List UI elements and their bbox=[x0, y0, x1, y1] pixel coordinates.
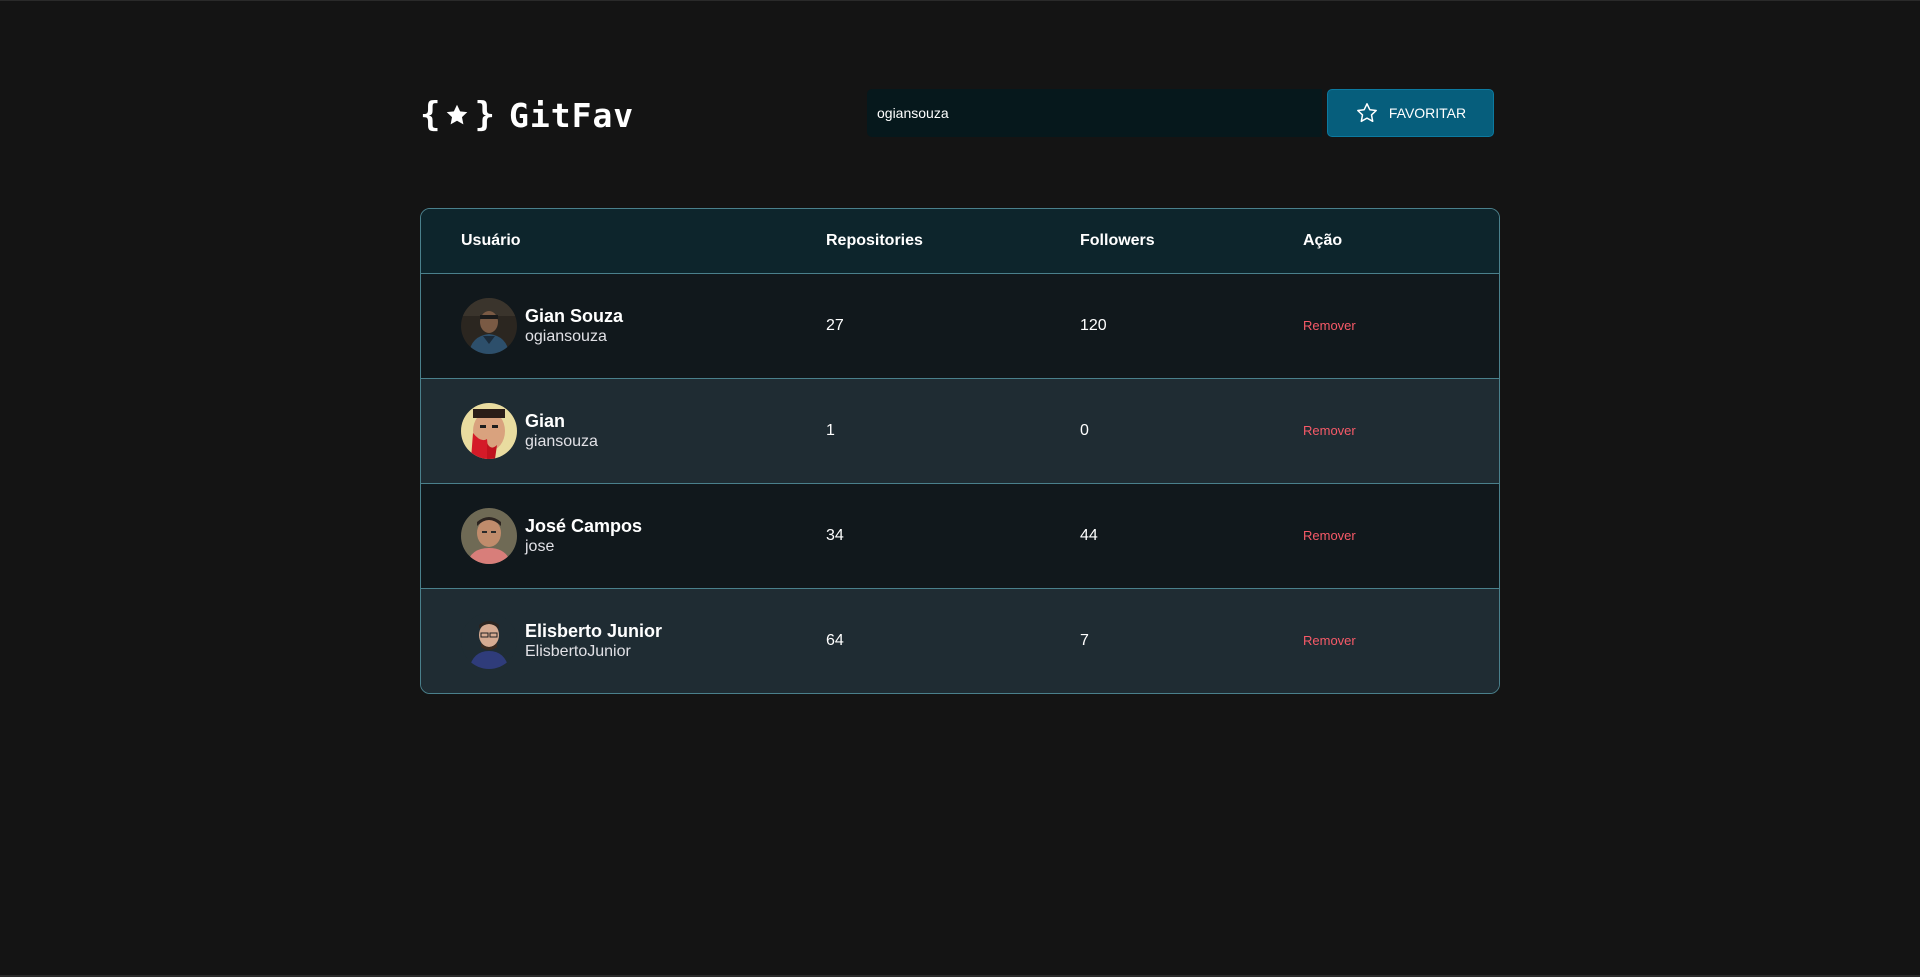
header-followers: Followers bbox=[1080, 232, 1155, 249]
user-login[interactable]: ogiansouza bbox=[525, 327, 623, 347]
user-cell: Gian Souza ogiansouza bbox=[421, 298, 826, 354]
star-icon bbox=[447, 104, 468, 125]
followers-count: 7 bbox=[1080, 632, 1089, 649]
table-row: Gian giansouza 1 0 Remover bbox=[421, 378, 1499, 483]
header-action: Ação bbox=[1303, 232, 1343, 249]
user-cell: José Campos jose bbox=[421, 508, 826, 564]
user-name[interactable]: Elisberto Junior bbox=[525, 621, 662, 642]
logo-mark: { } bbox=[420, 98, 495, 132]
page: { } GitFav FAVORITAR Usuário Repositorie… bbox=[0, 0, 1920, 977]
header-repositories: Repositories bbox=[826, 232, 923, 249]
followers-count: 120 bbox=[1080, 317, 1107, 334]
user-info: Elisberto Junior ElisbertoJunior bbox=[525, 621, 662, 662]
avatar-image bbox=[461, 613, 517, 669]
table-row: José Campos jose 34 44 Remover bbox=[421, 483, 1499, 588]
avatar-image bbox=[461, 508, 517, 564]
avatar[interactable] bbox=[461, 403, 517, 459]
search-input[interactable] bbox=[867, 89, 1322, 137]
star-outline-icon bbox=[1356, 103, 1377, 123]
table-row: Elisberto Junior ElisbertoJunior 64 7 Re… bbox=[421, 588, 1499, 693]
avatar[interactable] bbox=[461, 298, 517, 354]
top-divider bbox=[0, 0, 1920, 1]
user-info: Gian giansouza bbox=[525, 411, 598, 452]
user-name[interactable]: José Campos bbox=[525, 516, 642, 537]
search-bar: FAVORITAR bbox=[867, 89, 1494, 137]
user-name[interactable]: Gian Souza bbox=[525, 306, 623, 327]
followers-count: 0 bbox=[1080, 422, 1089, 439]
followers-count: 44 bbox=[1080, 527, 1098, 544]
user-info: José Campos jose bbox=[525, 516, 642, 557]
logo-text: GitFav bbox=[508, 95, 635, 135]
repositories-count: 64 bbox=[826, 632, 844, 649]
header-user: Usuário bbox=[461, 232, 521, 249]
repositories-count: 1 bbox=[826, 422, 835, 439]
avatar[interactable] bbox=[461, 508, 517, 564]
favorites-table: Usuário Repositories Followers Ação Gian… bbox=[420, 208, 1500, 694]
logo-brace-left: { bbox=[420, 95, 441, 135]
table-row: Gian Souza ogiansouza 27 120 Remover bbox=[421, 273, 1499, 378]
table-header: Usuário Repositories Followers Ação bbox=[421, 209, 1499, 273]
avatar[interactable] bbox=[461, 613, 517, 669]
user-login[interactable]: ElisbertoJunior bbox=[525, 642, 662, 662]
avatar-image bbox=[461, 298, 517, 354]
logo-brace-right: } bbox=[474, 95, 495, 135]
favorite-button[interactable]: FAVORITAR bbox=[1327, 89, 1494, 137]
user-info: Gian Souza ogiansouza bbox=[525, 306, 623, 347]
repositories-count: 27 bbox=[826, 317, 844, 334]
remove-button[interactable]: Remover bbox=[1303, 423, 1356, 438]
user-login[interactable]: jose bbox=[525, 537, 642, 557]
favorite-button-label: FAVORITAR bbox=[1388, 105, 1467, 121]
user-cell: Gian giansouza bbox=[421, 403, 826, 459]
logo: { } GitFav bbox=[420, 95, 634, 135]
remove-button[interactable]: Remover bbox=[1303, 318, 1356, 333]
user-cell: Elisberto Junior ElisbertoJunior bbox=[421, 613, 826, 669]
user-login[interactable]: giansouza bbox=[525, 432, 598, 452]
remove-button[interactable]: Remover bbox=[1303, 528, 1356, 543]
avatar-image bbox=[461, 403, 517, 459]
repositories-count: 34 bbox=[826, 527, 844, 544]
header: { } GitFav FAVORITAR bbox=[420, 89, 1500, 137]
user-name[interactable]: Gian bbox=[525, 411, 598, 432]
remove-button[interactable]: Remover bbox=[1303, 633, 1356, 648]
